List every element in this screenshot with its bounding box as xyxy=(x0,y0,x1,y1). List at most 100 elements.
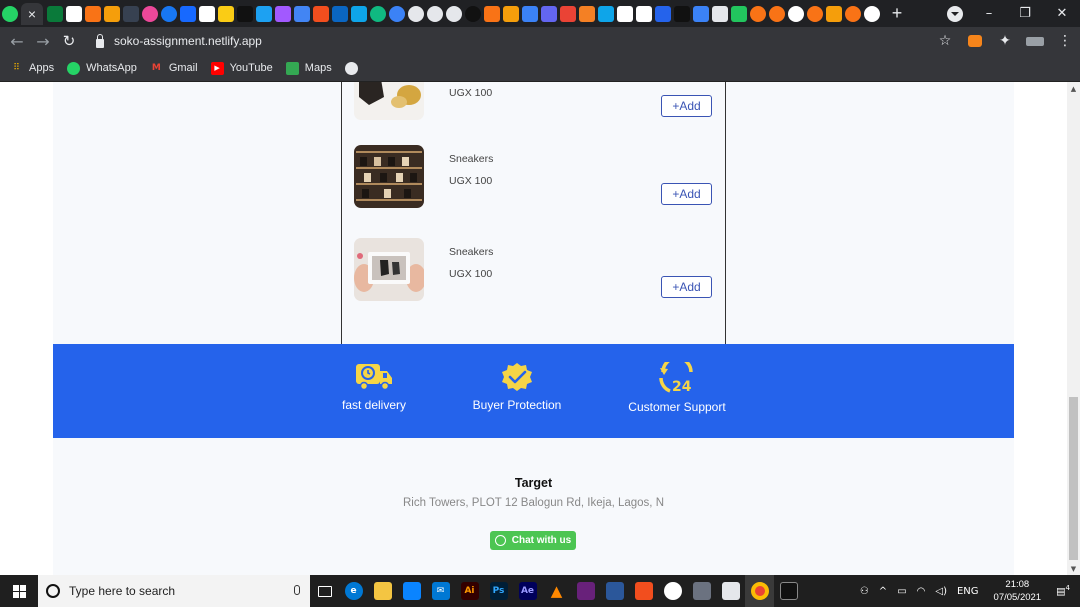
extensions-puzzle-icon[interactable]: ✦ xyxy=(990,27,1020,55)
terminal-app-icon[interactable] xyxy=(774,575,803,607)
figma-tab-icon[interactable] xyxy=(312,5,329,22)
tab-favicon[interactable] xyxy=(502,5,519,22)
whatsapp-tab-icon[interactable] xyxy=(1,5,18,22)
minimize-button[interactable]: – xyxy=(971,0,1007,27)
tab-favicon[interactable] xyxy=(768,5,785,22)
profile-avatar-icon[interactable] xyxy=(1020,27,1050,55)
tab-favicon[interactable] xyxy=(236,5,253,22)
slack-app-icon[interactable] xyxy=(658,575,687,607)
metamask-extension-icon[interactable] xyxy=(960,27,990,55)
tab-favicon[interactable] xyxy=(597,5,614,22)
reload-icon[interactable]: ↻ xyxy=(56,28,82,54)
tab-favicon[interactable] xyxy=(616,5,633,22)
tab-favicon[interactable] xyxy=(692,5,709,22)
tab-favicon[interactable] xyxy=(825,5,842,22)
back-arrow-icon[interactable]: ← xyxy=(4,28,30,54)
mail-app-icon[interactable]: ✉ xyxy=(426,575,455,607)
after-effects-app-icon[interactable]: Ae xyxy=(513,575,542,607)
vlc-app-icon[interactable]: ▲ xyxy=(542,575,571,607)
bookmark-gmail[interactable]: M Gmail xyxy=(150,62,198,75)
bookmark-star-icon[interactable]: ☆ xyxy=(930,27,960,55)
scrollbar-thumb[interactable] xyxy=(1069,397,1078,560)
tab-favicon[interactable] xyxy=(46,5,63,22)
lock-icon[interactable] xyxy=(96,33,104,48)
stackoverflow-tab-icon[interactable] xyxy=(578,5,595,22)
notion-tab-icon[interactable] xyxy=(198,5,215,22)
tab-favicon[interactable] xyxy=(464,5,481,22)
tab-favicon[interactable] xyxy=(521,5,538,22)
app-icon[interactable] xyxy=(687,575,716,607)
google-tab-icon[interactable] xyxy=(787,5,804,22)
product-image[interactable] xyxy=(354,82,424,120)
add-to-cart-button[interactable]: +Add xyxy=(661,276,712,298)
tab-favicon[interactable] xyxy=(445,5,462,22)
vs-app-icon[interactable] xyxy=(571,575,600,607)
clock[interactable]: 21:08 07/05/2021 xyxy=(994,578,1042,604)
tab-favicon[interactable] xyxy=(540,5,557,22)
product-image[interactable] xyxy=(354,238,424,301)
tab-favicon[interactable] xyxy=(84,5,101,22)
google-tab-icon[interactable] xyxy=(863,5,880,22)
tab-favicon[interactable] xyxy=(103,5,120,22)
tab-favicon[interactable] xyxy=(65,5,82,22)
language-indicator[interactable]: ENG xyxy=(957,586,979,597)
people-icon[interactable]: ⚇ xyxy=(860,586,869,597)
tab-favicon[interactable] xyxy=(483,5,500,22)
microphone-icon[interactable] xyxy=(294,585,300,595)
battery-icon[interactable]: ▭ xyxy=(897,586,906,597)
menu-dots-icon[interactable]: ⋮ xyxy=(1050,27,1080,55)
figma-tab-icon[interactable] xyxy=(274,5,291,22)
bookmark-globe[interactable] xyxy=(344,61,364,75)
bookmark-youtube[interactable]: ▶ YouTube xyxy=(210,61,273,75)
dribbble-tab-icon[interactable] xyxy=(141,5,158,22)
illustrator-app-icon[interactable]: Ai xyxy=(455,575,484,607)
edge-app-icon[interactable]: e xyxy=(339,575,368,607)
active-tab[interactable]: × xyxy=(21,2,43,25)
tab-favicon[interactable] xyxy=(350,5,367,22)
bookmark-maps[interactable]: Maps xyxy=(285,61,332,75)
maximize-button[interactable]: ❐ xyxy=(1007,0,1043,27)
volume-icon[interactable]: ◁) xyxy=(935,586,947,597)
tab-close-icon[interactable]: × xyxy=(28,6,36,22)
tab-favicon[interactable] xyxy=(388,5,405,22)
vertical-scrollbar[interactable]: ▲ ▼ xyxy=(1067,82,1080,575)
docs-tab-icon[interactable] xyxy=(293,5,310,22)
tab-favicon[interactable] xyxy=(673,5,690,22)
scroll-down-arrow-icon[interactable]: ▼ xyxy=(1067,562,1080,575)
app-icon[interactable] xyxy=(716,575,745,607)
gmail-tab-icon[interactable] xyxy=(559,5,576,22)
chrome-app-icon[interactable] xyxy=(745,575,774,607)
bookmark-apps[interactable]: ⠿ Apps xyxy=(10,62,54,75)
tab-favicon[interactable] xyxy=(806,5,823,22)
tab-favicon[interactable] xyxy=(122,5,139,22)
tab-favicon[interactable] xyxy=(749,5,766,22)
chat-with-us-button[interactable]: Chat with us xyxy=(490,531,576,550)
tab-favicon[interactable] xyxy=(426,5,443,22)
linkedin-tab-icon[interactable] xyxy=(331,5,348,22)
close-window-button[interactable]: ✕ xyxy=(1044,0,1080,27)
new-tab-button[interactable]: + xyxy=(887,3,907,24)
facebook-tab-icon[interactable] xyxy=(160,5,177,22)
start-button[interactable] xyxy=(0,575,38,607)
tab-favicon[interactable] xyxy=(407,5,424,22)
notification-center-icon[interactable]: ▤4 xyxy=(1056,584,1070,597)
add-to-cart-button[interactable]: +Add xyxy=(661,183,712,205)
store-app-icon[interactable] xyxy=(397,575,426,607)
tab-favicon[interactable] xyxy=(217,5,234,22)
scroll-up-arrow-icon[interactable]: ▲ xyxy=(1067,82,1080,95)
task-view-button[interactable] xyxy=(310,575,339,607)
bookmark-whatsapp[interactable]: WhatsApp xyxy=(67,61,137,75)
tab-favicon[interactable] xyxy=(654,5,671,22)
twitter-tab-icon[interactable] xyxy=(255,5,272,22)
tab-favicon[interactable] xyxy=(711,5,728,22)
word-app-icon[interactable] xyxy=(600,575,629,607)
tab-favicon[interactable] xyxy=(369,5,386,22)
tab-favicon[interactable] xyxy=(730,5,747,22)
figma-app-icon[interactable] xyxy=(629,575,658,607)
address-bar[interactable]: soko-assignment.netlify.app xyxy=(114,34,262,48)
tab-favicon[interactable] xyxy=(635,5,652,22)
file-explorer-icon[interactable] xyxy=(368,575,397,607)
taskbar-search[interactable]: Type here to search xyxy=(38,575,310,607)
tab-search-icon[interactable] xyxy=(947,5,963,22)
wifi-icon[interactable]: ◠ xyxy=(917,586,926,597)
